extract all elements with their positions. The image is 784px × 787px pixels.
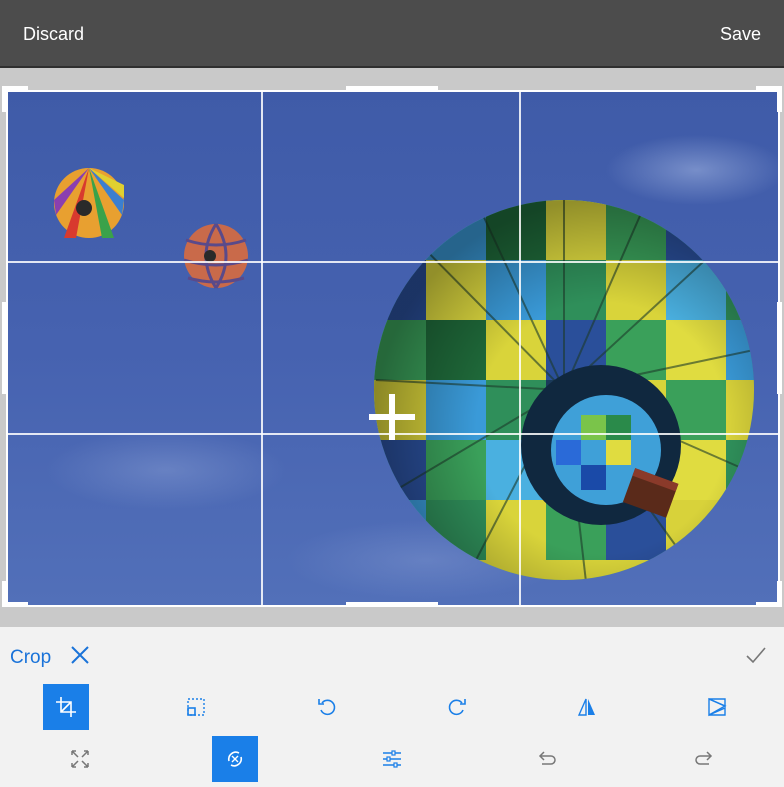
discard-button[interactable]: Discard (23, 24, 84, 45)
aspect-ratio-button[interactable] (173, 684, 219, 730)
rotate-right-button[interactable] (434, 684, 480, 730)
grid-line-vertical-1 (261, 90, 263, 607)
rotate-left-button[interactable] (304, 684, 350, 730)
small-balloon-2 (183, 223, 249, 289)
save-button[interactable]: Save (720, 24, 761, 45)
crop-tool-button[interactable] (43, 684, 89, 730)
redo-button[interactable] (681, 736, 727, 782)
crop-handle-right[interactable] (777, 302, 782, 394)
flip-vertical-icon (708, 697, 727, 717)
image-canvas (0, 68, 784, 627)
sliders-icon (383, 750, 401, 768)
move-crosshair-icon[interactable] (369, 394, 415, 440)
crop-mode-label: Crop (10, 647, 52, 668)
crop-panel: Crop (0, 627, 784, 787)
undo-button[interactable] (524, 736, 570, 782)
crop-handle-top-left-v[interactable] (2, 86, 7, 112)
photo-balloons[interactable] (6, 90, 780, 607)
crop-handle-top[interactable] (346, 86, 438, 91)
crop-handle-left[interactable] (2, 302, 7, 394)
crop-handle-top-right-v[interactable] (777, 86, 782, 112)
balloon-illustration (46, 135, 780, 600)
crop-handle-bottom[interactable] (346, 602, 438, 607)
rotate-left-icon (318, 699, 336, 716)
flip-vertical-button[interactable] (694, 684, 740, 730)
checkmark-icon[interactable] (745, 644, 767, 666)
flip-horizontal-icon (577, 698, 595, 716)
rotate-right-icon (448, 699, 466, 716)
expand-button[interactable] (57, 736, 103, 782)
crop-icon (56, 697, 76, 717)
crop-handle-bottom-right-v[interactable] (777, 581, 782, 607)
crop-handle-bottom-left-v[interactable] (2, 581, 7, 607)
grid-line-horizontal-1 (6, 261, 780, 263)
redo-icon (695, 751, 713, 765)
close-icon[interactable] (70, 645, 90, 665)
aspect-ratio-icon (187, 698, 205, 716)
grid-line-vertical-2 (519, 90, 521, 607)
expand-icon (71, 750, 89, 768)
flip-horizontal-button[interactable] (564, 684, 610, 730)
top-bar: Discard Save (0, 0, 784, 68)
adjust-button[interactable] (369, 736, 415, 782)
undo-icon (538, 751, 556, 765)
small-balloon-1 (54, 168, 124, 238)
straighten-icon (227, 751, 243, 767)
straighten-button[interactable] (212, 736, 258, 782)
